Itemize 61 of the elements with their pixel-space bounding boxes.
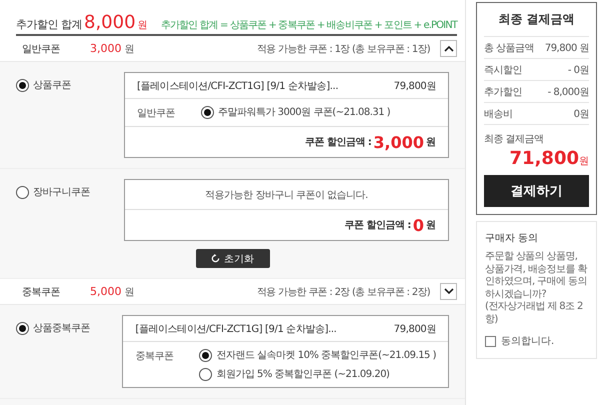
checkbox-label[interactable]: 동의합니다.	[501, 334, 554, 348]
legal-note: (전자상거래법 제 8조 2항)	[485, 301, 584, 326]
product-price: 79,800원	[394, 322, 436, 336]
coupon-option[interactable]: 장바구니쿠폰	[33, 185, 90, 199]
discount-total: 8,000	[84, 12, 136, 33]
coupon-option[interactable]: 상품중복쿠폰	[33, 321, 90, 335]
refresh-icon	[211, 254, 220, 263]
panel-title: 최종 결제금액	[498, 11, 575, 28]
radio-button[interactable]	[201, 106, 214, 118]
pay-button[interactable]: 결제하기	[484, 175, 589, 207]
price-label: 배송비	[484, 108, 512, 120]
currency-unit: 원	[426, 136, 436, 149]
reset-button[interactable]: 초기화	[196, 249, 270, 268]
radio-button[interactable]	[199, 368, 212, 380]
expand-button[interactable]	[440, 283, 457, 300]
product-price: 79,800원	[394, 80, 436, 92]
coupon-option[interactable]: 전자랜드 실속마켓 10% 중복할인쿠폰(~21.09.15 )	[216, 348, 436, 362]
checkbox[interactable]	[485, 336, 496, 346]
discount-total-label: 추가할인 합계	[16, 17, 83, 32]
currency-unit: 원	[138, 19, 148, 32]
currency-unit: 원	[124, 42, 134, 56]
currency-unit: 원	[426, 219, 436, 232]
discount-amount: 3,000	[373, 132, 424, 152]
coupon-option[interactable]: 회원가입 5% 중복할인쿠폰 (~21.09.20)	[216, 367, 390, 381]
chevron-up-icon	[444, 45, 454, 52]
discount-amount: 0	[412, 216, 424, 234]
radio-button[interactable]	[16, 78, 29, 92]
coupon-availability: 적용 가능한 쿠폰 : 1장 (총 보유쿠폰 : 1장)	[256, 42, 430, 56]
discount-formula: 추가할인 합계 = 상품쿠폰 + 중복쿠폰 + 배송비쿠폰 + 포인트 + e.POINT	[160, 19, 457, 32]
price-label: 최종 결제금액	[484, 133, 545, 146]
coupon-type-label: 일반쿠폰	[22, 42, 61, 56]
empty-message: 적용가능한 장바구니 쿠폰이 없습니다.	[205, 188, 368, 202]
product-name: [플레이스테이션/CFI-ZCT1G] [9/1 순차발송]...	[137, 80, 338, 92]
discount-label: 쿠폰 할인금액 :	[344, 219, 411, 232]
final-amount: 71,800	[510, 148, 579, 169]
radio-button[interactable]	[16, 322, 29, 334]
discount-label: 쿠폰 할인금액 :	[304, 136, 372, 149]
price-label: 즉시할인	[484, 64, 522, 76]
coupon-option[interactable]: 주말파워특가 3000원 쿠폰(~21.08.31 )	[218, 105, 390, 119]
discount-amount: 3,000	[90, 42, 122, 55]
price-value: - 8,000원	[548, 86, 589, 98]
price-label: 추가할인	[484, 86, 522, 98]
currency-unit: 원	[124, 286, 134, 298]
discount-amount: 5,000	[90, 285, 122, 298]
radio-button[interactable]	[16, 186, 29, 198]
currency-unit: 원	[579, 155, 589, 168]
collapse-button[interactable]	[440, 40, 457, 57]
coupon-option[interactable]: 상품쿠폰	[33, 78, 71, 92]
coupon-type-label: 중복쿠폰	[22, 286, 61, 298]
chevron-down-icon	[444, 288, 454, 295]
section-title: 구매자 동의	[485, 232, 540, 245]
price-value: - 0원	[568, 64, 589, 76]
coupon-availability: 적용 가능한 쿠폰 : 2장 (총 보유쿠폰 : 2장)	[256, 286, 430, 298]
radio-button[interactable]	[199, 348, 212, 362]
coupon-type-label: 일반쿠폰	[137, 107, 176, 120]
price-value: 79,800 원	[544, 42, 589, 54]
price-value: 0원	[574, 108, 589, 120]
agreement-text: 주문할 상품의 상품명, 상품가격, 배송정보를 확인하였으며, 구매에 동의하시겠습니까?	[485, 251, 588, 301]
product-name: [플레이스테이션/CFI-ZCT1G] [9/1 순차발송]...	[135, 322, 336, 336]
price-label: 총 상품금액	[484, 42, 534, 54]
coupon-type-label: 중복쿠폰	[135, 350, 174, 363]
